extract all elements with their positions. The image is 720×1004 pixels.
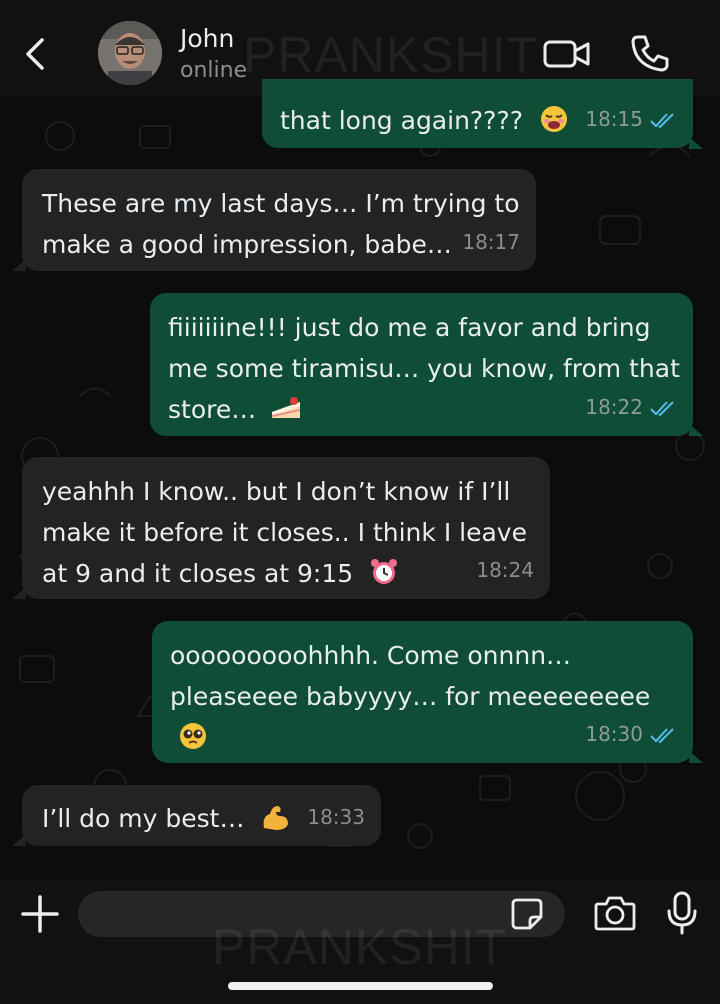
message-time: 18:15 bbox=[585, 107, 643, 131]
message-line: yeahhh I know.. but I don’t know if I’ll bbox=[42, 477, 511, 506]
message-text: yeahhh I know.. but I don’t know if I’ll… bbox=[42, 471, 527, 594]
contact-avatar[interactable] bbox=[98, 21, 162, 85]
message-line: fiiiiiiine!!! just do me a favor and bri… bbox=[168, 313, 651, 342]
flexed-biceps-emoji bbox=[264, 806, 289, 830]
pleading-face-emoji bbox=[180, 723, 206, 749]
back-arrow-icon[interactable] bbox=[20, 34, 50, 74]
camera-icon[interactable] bbox=[594, 895, 636, 931]
message-meta: 18:17 bbox=[462, 222, 520, 263]
bubble-tail bbox=[12, 834, 26, 846]
message-meta: 18:22 bbox=[585, 387, 677, 428]
bubble-tail bbox=[12, 259, 26, 271]
message-time: 18:24 bbox=[476, 558, 534, 582]
bubble-tail bbox=[689, 137, 703, 149]
sticker-icon[interactable] bbox=[510, 897, 544, 931]
contact-name[interactable]: John bbox=[180, 24, 234, 53]
message-line: ooooooooohhhh. Come onnnn… bbox=[170, 641, 572, 670]
message-outgoing[interactable]: ooooooooohhhh. Come onnnn… pleaseeee bab… bbox=[152, 621, 703, 763]
message-incoming[interactable]: yeahhh I know.. but I don’t know if I’ll… bbox=[12, 457, 550, 599]
shortcake-emoji bbox=[272, 397, 301, 418]
read-receipt-icon bbox=[650, 112, 674, 128]
message-line: at 9 and it closes at 9:15 bbox=[42, 559, 354, 588]
message-line: me some tiramisu… you know, from that bbox=[168, 354, 680, 383]
message-outgoing[interactable]: fiiiiiiine!!! just do me a favor and bri… bbox=[150, 293, 703, 436]
home-indicator bbox=[228, 982, 493, 990]
avatar-photo bbox=[98, 21, 162, 85]
message-line: These are my last days… I’m trying to bbox=[42, 189, 520, 218]
message-time: 18:30 bbox=[585, 722, 643, 746]
phone-call-icon[interactable] bbox=[630, 33, 670, 73]
read-receipt-icon bbox=[650, 727, 674, 743]
message-text: These are my last days… I’m trying to ma… bbox=[42, 183, 520, 265]
message-time: 18:22 bbox=[585, 395, 643, 419]
weary-face-emoji bbox=[540, 106, 567, 132]
message-meta: 18:15 bbox=[585, 99, 677, 140]
message-time: 18:33 bbox=[307, 805, 365, 829]
message-text: I’ll do my best… bbox=[42, 804, 245, 833]
watermark: PRANKSHIT bbox=[243, 27, 539, 83]
alarm-clock-emoji bbox=[371, 559, 398, 584]
message-text: that long again???? bbox=[280, 106, 523, 135]
contact-status: online bbox=[180, 58, 248, 83]
bubble-tail bbox=[689, 751, 703, 763]
message-outgoing[interactable]: that long again???? 18:15 bbox=[262, 79, 703, 149]
message-time: 18:17 bbox=[462, 230, 520, 254]
bubble-tail bbox=[689, 424, 703, 436]
message-meta: 18:24 bbox=[476, 550, 534, 591]
bubble-tail bbox=[12, 587, 26, 599]
message-meta: 18:30 bbox=[585, 714, 677, 755]
microphone-icon[interactable] bbox=[666, 891, 698, 935]
message-line: make a good impression, babe… bbox=[42, 230, 452, 259]
message-incoming[interactable]: These are my last days… I’m trying to ma… bbox=[12, 169, 536, 271]
message-line: pleaseeee babyyyy… for meeeeeeeee bbox=[170, 682, 651, 711]
message-meta: 18:33 bbox=[307, 797, 365, 838]
message-input[interactable] bbox=[78, 891, 565, 937]
message-incoming[interactable]: I’ll do my best… 18:33 bbox=[12, 785, 381, 846]
video-call-icon[interactable] bbox=[543, 36, 591, 72]
plus-icon[interactable] bbox=[20, 894, 60, 934]
message-line: store… bbox=[168, 395, 257, 424]
read-receipt-icon bbox=[650, 400, 674, 416]
message-line: make it before it closes.. I think I lea… bbox=[42, 518, 527, 547]
